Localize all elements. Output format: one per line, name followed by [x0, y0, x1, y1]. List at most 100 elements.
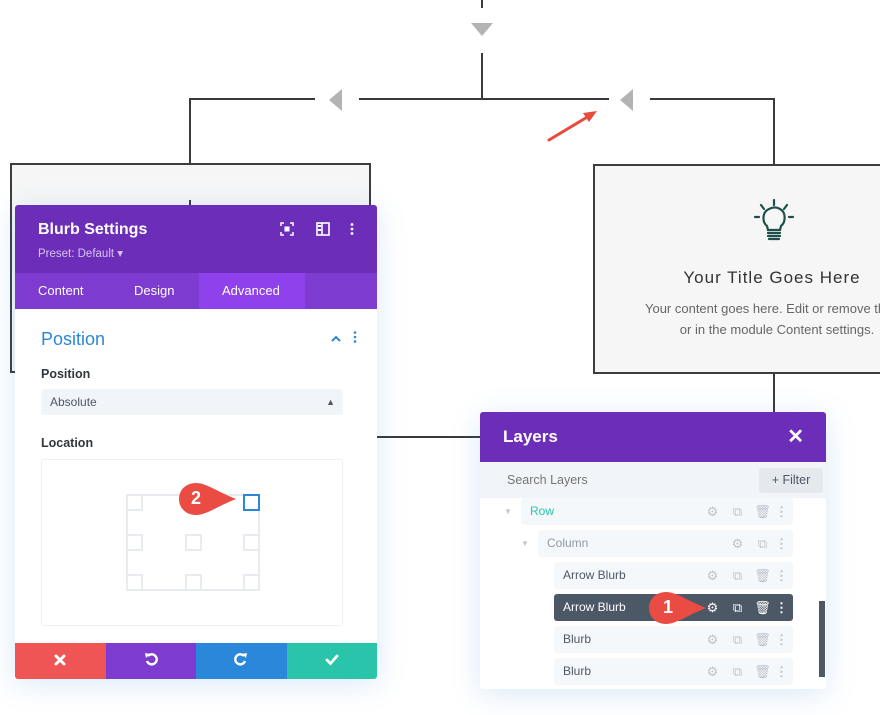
more-options-icon[interactable]: ⋮: [775, 600, 788, 616]
location-center[interactable]: [185, 534, 202, 551]
settings-tabs: Content Design Advanced: [15, 273, 377, 309]
trash-icon[interactable]: 🗑: [750, 600, 775, 616]
trash-icon[interactable]: 🗑: [750, 664, 775, 680]
gear-icon[interactable]: ⚙: [700, 664, 725, 680]
layers-header[interactable]: Layers ✕: [480, 412, 826, 462]
gear-icon[interactable]: ⚙: [725, 536, 750, 552]
location-bottom-left[interactable]: [126, 574, 143, 591]
connector-line: [773, 373, 775, 413]
redo-button[interactable]: [196, 643, 287, 679]
position-select-value: Absolute: [50, 395, 97, 409]
layer-row[interactable]: Row ⚙ ⧉ 🗑 ⋮: [521, 498, 793, 525]
layers-search-bar: + Filter: [480, 462, 826, 498]
layer-label: Blurb: [563, 664, 592, 678]
blurb-content: Your Title Goes Here Your content goes h…: [595, 166, 880, 372]
more-options-icon[interactable]: ⋮: [775, 536, 788, 552]
layer-actions: ⚙ ⧉ 🗑 ⋮: [700, 562, 788, 589]
layer-label: Arrow Blurb: [563, 568, 626, 582]
arrow-left-icon: [329, 89, 342, 111]
connector-line: [377, 436, 481, 438]
settings-header[interactable]: Blurb Settings Preset: Default ▾: [15, 205, 377, 273]
blurb-settings-panel: Blurb Settings Preset: Default ▾ Content…: [15, 205, 377, 679]
badge-number: 1: [663, 597, 674, 617]
layer-label: Blurb: [563, 632, 592, 646]
duplicate-icon[interactable]: ⧉: [725, 664, 750, 680]
trash-icon[interactable]: 🗑: [750, 568, 775, 584]
location-top-right[interactable]: [243, 494, 260, 511]
undo-button[interactable]: [105, 643, 196, 679]
tab-content[interactable]: Content: [15, 273, 115, 309]
blurb-text-line: or in the module Content settings.: [679, 322, 875, 337]
location-bottom-center[interactable]: [185, 574, 202, 591]
connector-line: [650, 98, 775, 100]
layer-row[interactable]: Column ⚙ ⧉ ⋮: [538, 530, 793, 557]
layer-row[interactable]: Blurb ⚙ ⧉ 🗑 ⋮: [554, 626, 793, 653]
trash-icon[interactable]: 🗑: [750, 504, 775, 520]
position-group-title[interactable]: Position: [41, 329, 105, 350]
settings-title: Blurb Settings: [38, 221, 148, 238]
location-bottom-right[interactable]: [243, 574, 260, 591]
duplicate-icon[interactable]: ⧉: [725, 632, 750, 648]
trash-icon[interactable]: 🗑: [750, 632, 775, 648]
tab-design[interactable]: Design: [115, 273, 199, 309]
undo-icon: [144, 653, 158, 666]
duplicate-icon[interactable]: ⧉: [725, 568, 750, 584]
focus-icon[interactable]: [279, 222, 295, 238]
layer-actions: ⚙ ⧉ 🗑 ⋮: [700, 658, 788, 685]
close-icon[interactable]: ✕: [787, 424, 804, 449]
connector-line: [481, 0, 483, 8]
connector-line: [189, 98, 315, 100]
settings-body: Position Position Absolute ▲ Location: [15, 309, 377, 643]
layers-panel: Layers ✕ + Filter ▼ Row ⚙ ⧉ 🗑 ⋮ ▼ Column…: [480, 412, 826, 689]
close-icon: [54, 654, 66, 666]
more-options-icon[interactable]: ⋮: [775, 504, 788, 520]
duplicate-icon[interactable]: ⧉: [750, 536, 775, 552]
caret-down-icon[interactable]: ▼: [521, 539, 529, 548]
annotation-arrow-icon: [547, 111, 597, 142]
layer-actions: ⚙ ⧉ ⋮: [725, 530, 788, 557]
gear-icon[interactable]: ⚙: [700, 568, 725, 584]
tab-advanced[interactable]: Advanced: [199, 273, 305, 309]
layer-label: Row: [530, 504, 555, 518]
blurb-body-text: Your content goes here. Edit or remove t…: [597, 298, 880, 340]
location-top-left[interactable]: [126, 494, 143, 511]
annotation-badge-1: 1: [648, 590, 708, 624]
more-options-icon[interactable]: [344, 222, 360, 238]
layer-actions: ⚙ ⧉ 🗑 ⋮: [700, 626, 788, 653]
layer-row[interactable]: Arrow Blurb ⚙ ⧉ 🗑 ⋮: [554, 562, 793, 589]
location-field-label: Location: [41, 436, 94, 450]
group-more-icon[interactable]: [352, 330, 358, 347]
split-view-icon[interactable]: [315, 222, 331, 238]
redo-icon: [234, 653, 248, 666]
select-arrows-icon: ▲: [326, 397, 335, 407]
duplicate-icon[interactable]: ⧉: [725, 504, 750, 520]
blurb-text-line: Your content goes here. Edit or remove t…: [644, 301, 880, 316]
more-options-icon[interactable]: ⋮: [775, 664, 788, 680]
connector-line: [773, 98, 775, 166]
filter-button[interactable]: + Filter: [759, 468, 823, 493]
location-center-left[interactable]: [126, 534, 143, 551]
more-options-icon[interactable]: ⋮: [775, 568, 788, 584]
annotation-badge-2: 2: [178, 481, 238, 515]
badge-number: 2: [191, 488, 202, 508]
layer-label: Arrow Blurb: [563, 600, 626, 614]
gear-icon[interactable]: ⚙: [700, 632, 725, 648]
search-layers-input[interactable]: [480, 462, 760, 498]
arrow-down-icon: [471, 23, 493, 36]
position-select[interactable]: Absolute ▲: [41, 389, 343, 415]
gear-icon[interactable]: ⚙: [700, 504, 725, 520]
save-button[interactable]: [286, 643, 377, 679]
arrow-left-icon[interactable]: [620, 89, 633, 111]
chevron-up-icon[interactable]: [330, 332, 342, 347]
layers-title: Layers: [503, 427, 558, 446]
layer-actions: ⚙ ⧉ 🗑 ⋮: [700, 594, 788, 621]
location-center-right[interactable]: [243, 534, 260, 551]
layers-scrollbar[interactable]: [819, 601, 825, 677]
caret-down-icon[interactable]: ▼: [504, 507, 512, 516]
preset-dropdown[interactable]: Preset: Default ▾: [38, 246, 123, 260]
layer-row[interactable]: Blurb ⚙ ⧉ 🗑 ⋮: [554, 658, 793, 685]
duplicate-icon[interactable]: ⧉: [725, 600, 750, 616]
more-options-icon[interactable]: ⋮: [775, 632, 788, 648]
cancel-button[interactable]: [15, 643, 106, 679]
connector-line: [189, 98, 191, 164]
